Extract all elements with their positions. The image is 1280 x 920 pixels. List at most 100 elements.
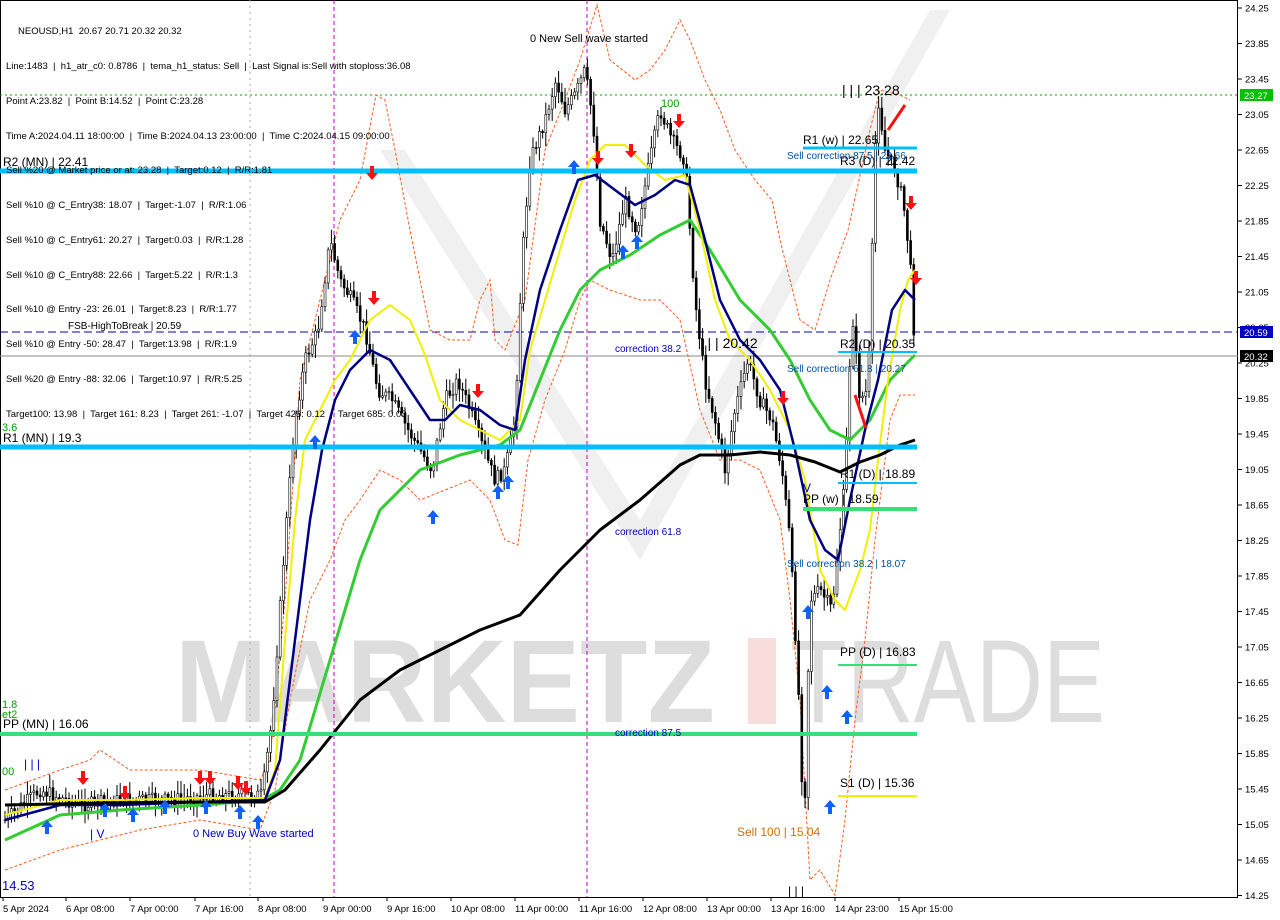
- candle-body: [461, 388, 464, 391]
- sell-wave-label: 0 New Sell wave started: [530, 33, 648, 45]
- candle-body: [880, 107, 884, 131]
- price-tick-label: 17.05: [1245, 643, 1269, 654]
- candle-body: [710, 398, 714, 413]
- candle-body: [438, 428, 442, 441]
- candle-body: [650, 147, 653, 164]
- candle-body: [211, 788, 215, 803]
- candle-body: [765, 398, 768, 411]
- candle-body: [474, 410, 477, 421]
- price-tick-label: 23.05: [1245, 110, 1269, 121]
- price-tick-label: 22.25: [1245, 181, 1269, 192]
- candle-body: [499, 470, 503, 482]
- pp-w-label: PP (w) | 18.59: [803, 492, 879, 506]
- candle-body: [778, 440, 781, 462]
- price-tick-label: 15.85: [1245, 749, 1269, 760]
- candle-body: [13, 808, 16, 811]
- price-tick-label: 16.65: [1245, 678, 1269, 689]
- candle-body: [771, 419, 775, 423]
- candle-body: [723, 448, 727, 474]
- candle-body: [614, 243, 618, 254]
- price-tick-label: 21.85: [1245, 217, 1269, 228]
- mark-bars-bottom: | | |: [788, 884, 804, 898]
- candle-body: [477, 419, 480, 429]
- sell-arrow-icon: [204, 771, 216, 785]
- buy-arrow-icon: [252, 815, 264, 829]
- info-panel: NEOUSD,H1 20.67 20.71 20.32 20.32 Line:1…: [6, 3, 411, 432]
- info-line: Sell %10 @ Entry -50: 28.47 | Target:13.…: [6, 339, 237, 351]
- price-tick-label: 19.05: [1245, 465, 1269, 476]
- candle-body: [784, 475, 788, 500]
- time-tick-label: 10 Apr 08:00: [451, 904, 505, 915]
- buy-arrow-icon: [427, 510, 439, 524]
- candle-body: [630, 216, 634, 223]
- info-line: Sell %10 @ Entry -23: 26.01 | Target:8.2…: [6, 304, 237, 316]
- candle-body: [800, 694, 804, 783]
- info-line: Sell %20 @ Entry -88: 32.06 | Target:10.…: [6, 374, 243, 385]
- candle-body: [230, 790, 234, 802]
- candle-body: [582, 67, 586, 79]
- candle-body: [608, 243, 612, 258]
- candle-body: [669, 122, 672, 136]
- candle-body: [435, 439, 439, 465]
- candle-body: [490, 459, 493, 466]
- candle-body: [557, 82, 560, 93]
- candle-body: [579, 77, 583, 84]
- candle-body: [86, 807, 90, 812]
- candle-body: [566, 104, 570, 115]
- candle-body: [707, 388, 711, 399]
- candle-body: [634, 221, 637, 233]
- time-tick-label: 13 Apr 00:00: [707, 904, 761, 915]
- candle-body: [618, 224, 621, 245]
- sell-arrow-icon: [777, 391, 789, 405]
- trend-stroke: [853, 394, 868, 429]
- low-left-label: 14.53: [2, 878, 35, 893]
- price-tick-label: 18.25: [1245, 536, 1269, 547]
- candle-body: [678, 145, 682, 159]
- candle-body: [64, 797, 68, 800]
- current-dark-value: 20.32: [1244, 352, 1268, 363]
- candle-body: [870, 242, 874, 352]
- candle-body: [794, 571, 797, 642]
- candle-body: [733, 413, 736, 432]
- price-tick-label: 19.45: [1245, 430, 1269, 441]
- candle-body: [426, 456, 429, 467]
- pp-d-label: PP (D) | 16.83: [840, 645, 916, 659]
- price-tick-label: 15.45: [1245, 785, 1269, 796]
- sell-100-label: Sell 100 | 15.04: [737, 825, 821, 839]
- candle-body: [486, 449, 490, 461]
- sell-arrow-icon: [472, 384, 484, 398]
- candle-body: [458, 378, 461, 390]
- time-tick-label: 13 Apr 16:00: [771, 904, 825, 915]
- buy-arrow-icon: [824, 800, 836, 814]
- sell-corr-87-label: Sell correction 87.5 | 22.66: [787, 151, 906, 162]
- price-tick-label: 14.65: [1245, 856, 1269, 867]
- candle-body: [659, 115, 663, 119]
- candle-body: [413, 437, 416, 441]
- candle-body: [749, 363, 752, 366]
- current-green-value: 23.27: [1244, 91, 1268, 102]
- high-marker-label: | | | 23.28: [842, 82, 900, 98]
- candle-body: [227, 790, 231, 794]
- price-axis: 24.25 23.85 23.45 23.05 22.65 22.25 21.85 21.45…: [1238, 4, 1269, 902]
- candle-body: [768, 410, 772, 421]
- candle-body: [662, 117, 666, 125]
- corr-87-label: correction 87.5: [615, 728, 682, 739]
- candle-body: [150, 792, 154, 795]
- time-tick-label: 5 Apr 2024: [3, 904, 49, 915]
- candle-body: [586, 67, 589, 80]
- time-tick-label: 9 Apr 00:00: [323, 904, 372, 915]
- candle-body: [291, 447, 295, 478]
- candle-body: [787, 499, 791, 529]
- candle-body: [493, 464, 496, 485]
- candle-body: [454, 378, 458, 395]
- candle-body: [902, 186, 906, 211]
- left-et2-label: et2: [2, 709, 17, 721]
- candle-body: [259, 789, 263, 792]
- candle-body: [598, 176, 602, 227]
- candle-body: [819, 586, 823, 590]
- candle-body: [602, 226, 605, 232]
- sell-arrow-icon: [77, 771, 89, 785]
- candle-body: [691, 228, 695, 279]
- candle-body: [906, 210, 909, 241]
- price-tick-label: 18.65: [1245, 501, 1269, 512]
